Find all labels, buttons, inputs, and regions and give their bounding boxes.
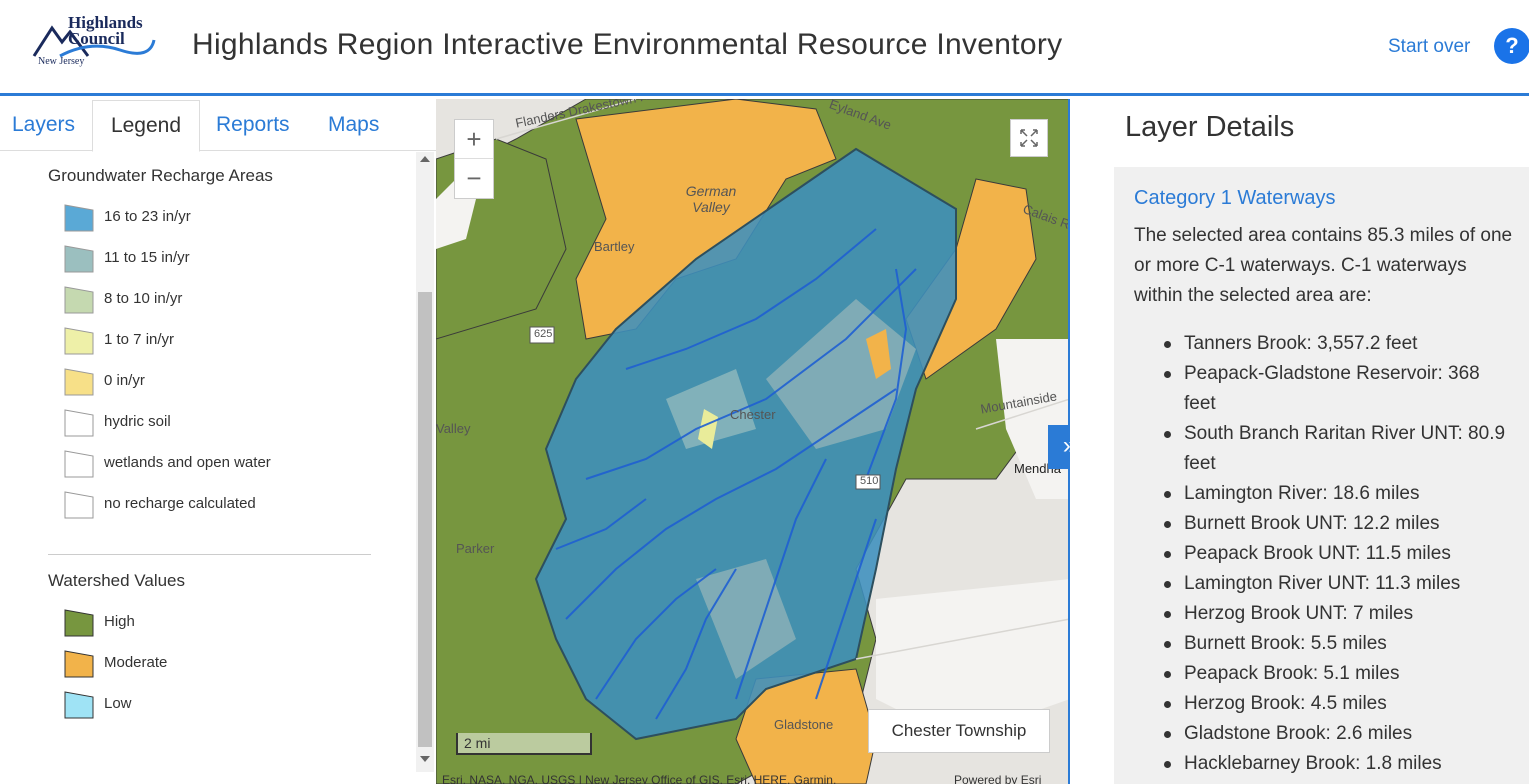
- scroll-down-arrow-icon[interactable]: [420, 756, 430, 762]
- legend-group-title: Watershed Values: [48, 571, 186, 590]
- recharge-11-15-swatch: [64, 245, 94, 273]
- tab-legend[interactable]: Legend: [92, 100, 200, 152]
- legend-label: Moderate: [104, 654, 168, 671]
- zoom-out-button[interactable]: −: [455, 159, 493, 198]
- tab-layers[interactable]: Layers: [0, 100, 87, 152]
- list-item: Gladstone Brook: 2.6 miles: [1164, 719, 1514, 749]
- list-item: Peapack Brook UNT: 11.5 miles: [1164, 539, 1514, 569]
- map-canvas[interactable]: [436, 99, 1070, 784]
- fullscreen-button[interactable]: [1010, 119, 1048, 157]
- legend-label: hydric soil: [104, 413, 171, 430]
- scroll-up-arrow-icon[interactable]: [420, 156, 430, 162]
- list-item: Burnett Brook UNT: 12.2 miles: [1164, 509, 1514, 539]
- map-label-route510: 510: [860, 475, 879, 487]
- help-button[interactable]: ?: [1494, 28, 1529, 64]
- legend-label: wetlands and open water: [104, 454, 271, 471]
- map-attribution: Esri, NASA, NGA, USGS | New Jersey Offic…: [442, 773, 837, 784]
- layer-details-box: Category 1 Waterways The selected area c…: [1114, 167, 1529, 784]
- list-item: Hacklebarney Brook: 1.8 miles: [1164, 749, 1514, 779]
- logo-line2: Council: [68, 29, 125, 48]
- layer-description: The selected area contains 85.3 miles of…: [1134, 225, 1513, 306]
- list-item: Lamington River UNT: 11.3 miles: [1164, 569, 1514, 599]
- layer-details-panel: Layer Details Category 1 Waterways The s…: [1070, 99, 1529, 784]
- scale-label: 2 mi: [464, 735, 491, 751]
- watershed-high-swatch: [64, 609, 94, 637]
- zoom-controls: + −: [454, 119, 494, 199]
- list-item: Herzog Brook: 4.5 miles: [1164, 689, 1514, 719]
- hydric-soil-swatch: [64, 409, 94, 437]
- watershed-low-swatch: [64, 691, 94, 719]
- legend-group-title: Groundwater Recharge Areas: [48, 166, 273, 185]
- powered-by-esri[interactable]: Powered by Esri: [954, 773, 1041, 784]
- list-item: Burnett Brook: 5.5 miles: [1164, 629, 1514, 659]
- layer-name-link[interactable]: Category 1 Waterways: [1134, 187, 1336, 210]
- list-item: Peapack-Gladstone Reservoir: 368 feet: [1164, 359, 1514, 419]
- map-label-bartley: Bartley: [594, 239, 635, 254]
- legend-label: 16 to 23 in/yr: [104, 208, 191, 225]
- legend-label: 1 to 7 in/yr: [104, 331, 175, 348]
- legend-label: 11 to 15 in/yr: [104, 249, 190, 266]
- map-label-valley: Valley: [436, 421, 471, 436]
- legend-label: no recharge calculated: [104, 495, 256, 512]
- start-over-link[interactable]: Start over: [1388, 36, 1470, 58]
- app-title: Highlands Region Interactive Environment…: [192, 28, 1063, 61]
- map-label-gladstone: Gladstone: [774, 717, 834, 732]
- tab-reports[interactable]: Reports: [204, 100, 302, 152]
- legend-divider: [48, 554, 371, 555]
- waterways-list: Tanners Brook: 3,557.2 feet Peapack-Glad…: [1164, 329, 1514, 779]
- watershed-moderate-swatch: [64, 650, 94, 678]
- list-item: Lamington River: 18.6 miles: [1164, 479, 1514, 509]
- legend-content: Groundwater Recharge Areas 16 to 23 in/y…: [0, 152, 416, 784]
- fullscreen-icon: [1020, 129, 1038, 147]
- recharge-16-23-swatch: [64, 204, 94, 232]
- recharge-1-7-swatch: [64, 327, 94, 355]
- list-item: South Branch Raritan River UNT: 80.9 fee…: [1164, 419, 1514, 479]
- recharge-8-10-swatch: [64, 286, 94, 314]
- map-label-route625: 625: [534, 328, 553, 340]
- layer-details-title: Layer Details: [1125, 111, 1295, 143]
- recharge-0-swatch: [64, 368, 94, 396]
- legend-label: 8 to 10 in/yr: [104, 290, 183, 307]
- legend-label: High: [104, 613, 135, 630]
- list-item: Herzog Brook UNT: 7 miles: [1164, 599, 1514, 629]
- highlands-council-logo[interactable]: Highlands Council New Jersey: [30, 10, 160, 74]
- zoom-in-button[interactable]: +: [455, 120, 493, 159]
- no-recharge-swatch: [64, 491, 94, 519]
- list-item: Peapack Brook: 5.1 miles: [1164, 659, 1514, 689]
- map-label-german-valley: German Valley: [685, 183, 737, 215]
- app-header: Highlands Council New Jersey Highlands R…: [0, 0, 1529, 96]
- map-label-chester: Chester: [730, 407, 776, 422]
- legend-label: Low: [104, 695, 132, 712]
- left-panel: Layers Legend Reports Maps Groundwater R…: [0, 99, 436, 784]
- legend-label: 0 in/yr: [104, 372, 145, 389]
- tab-maps[interactable]: Maps: [316, 100, 391, 152]
- legend-scrollbar[interactable]: [416, 152, 434, 772]
- map-view[interactable]: Flanders Drakestown Rd Eyland Ave German…: [436, 99, 1070, 784]
- selected-area-label[interactable]: Chester Township: [868, 709, 1050, 753]
- scroll-thumb[interactable]: [418, 292, 432, 747]
- list-item: Tanners Brook: 3,557.2 feet: [1164, 329, 1514, 359]
- panel-tabs: Layers Legend Reports Maps: [0, 99, 436, 152]
- map-label-parker: Parker: [456, 541, 495, 556]
- wetlands-swatch: [64, 450, 94, 478]
- scale-bar: 2 mi: [456, 733, 592, 755]
- logo-line3: New Jersey: [38, 56, 85, 67]
